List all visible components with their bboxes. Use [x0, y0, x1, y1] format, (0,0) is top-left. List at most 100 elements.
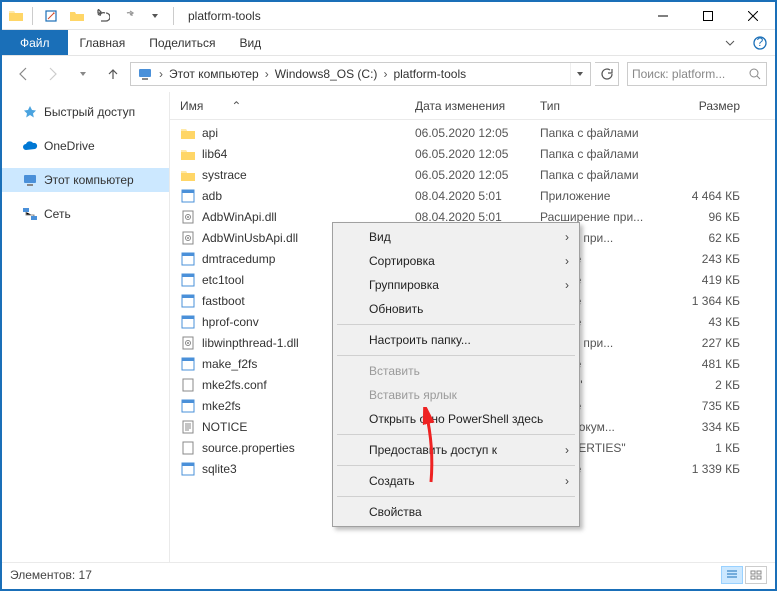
file-date: 06.05.2020 12:05 — [415, 126, 540, 140]
network-icon — [22, 206, 38, 222]
exe-icon — [180, 314, 196, 330]
chevron-right-icon: › — [565, 443, 569, 457]
context-menu-paste-shortcut: Вставить ярлык — [335, 383, 577, 407]
separator — [337, 465, 575, 466]
ribbon-tab-home[interactable]: Главная — [68, 30, 138, 55]
nav-up-button[interactable] — [100, 61, 126, 87]
chevron-right-icon[interactable]: › — [157, 67, 165, 81]
breadcrumb-dropdown[interactable] — [570, 63, 588, 85]
file-type: Папка с файлами — [540, 147, 670, 161]
separator — [337, 434, 575, 435]
sidebar-item-network[interactable]: Сеть — [2, 202, 169, 226]
pc-icon — [22, 172, 38, 188]
context-menu-group[interactable]: Группировка› — [335, 273, 577, 297]
ribbon-help-icon[interactable]: ? — [745, 30, 775, 55]
ribbon-tab-file[interactable]: Файл — [2, 30, 68, 55]
exe-icon — [180, 188, 196, 204]
file-icon — [180, 440, 196, 456]
nav-back-button[interactable] — [10, 61, 36, 87]
chevron-right-icon: › — [565, 278, 569, 292]
search-input[interactable]: Поиск: platform... — [627, 62, 767, 86]
file-size: 227 КБ — [670, 336, 740, 350]
context-menu-customize[interactable]: Настроить папку... — [335, 328, 577, 352]
sidebar-item-this-pc[interactable]: Этот компьютер — [2, 168, 169, 192]
titlebar: platform-tools — [2, 2, 775, 30]
file-type: Папка с файлами — [540, 168, 670, 182]
nav-recent-dropdown[interactable] — [70, 61, 96, 87]
nav-forward-button[interactable] — [40, 61, 66, 87]
pc-icon — [137, 66, 153, 82]
column-size[interactable]: Размер — [670, 99, 740, 113]
separator — [337, 496, 575, 497]
addressbar: › Этот компьютер › Windows8_OS (C:) › pl… — [2, 56, 775, 92]
statusbar: Элементов: 17 — [2, 562, 775, 586]
context-menu-view[interactable]: Вид› — [335, 225, 577, 249]
qat-properties-icon[interactable] — [41, 6, 61, 26]
file-type: Папка с файлами — [540, 126, 670, 140]
chevron-right-icon: › — [565, 474, 569, 488]
maximize-button[interactable] — [685, 2, 730, 30]
context-menu-refresh[interactable]: Обновить — [335, 297, 577, 321]
sidebar: Быстрый доступ OneDrive Этот компьютер С… — [2, 92, 170, 562]
exe-icon — [180, 293, 196, 309]
qat-redo-icon[interactable] — [119, 6, 139, 26]
minimize-button[interactable] — [640, 2, 685, 30]
view-large-icons-button[interactable] — [745, 566, 767, 584]
file-row[interactable]: lib6406.05.2020 12:05Папка с файлами — [170, 143, 775, 164]
chevron-right-icon[interactable]: › — [381, 67, 389, 81]
file-size: 334 КБ — [670, 420, 740, 434]
sidebar-item-onedrive[interactable]: OneDrive — [2, 134, 169, 158]
ribbon-expand-icon[interactable] — [715, 30, 745, 55]
breadcrumb-segment[interactable]: Этот компьютер — [165, 67, 263, 81]
file-name: api — [202, 126, 415, 140]
ribbon-tab-view[interactable]: Вид — [227, 30, 273, 55]
file-row[interactable]: systrace06.05.2020 12:05Папка с файлами — [170, 164, 775, 185]
folder-icon — [8, 8, 24, 24]
file-name: adb — [202, 189, 415, 203]
sidebar-item-label: Сеть — [44, 207, 71, 221]
folder-icon — [180, 125, 196, 141]
breadcrumb-segment[interactable]: platform-tools — [389, 67, 470, 81]
context-menu-give-access[interactable]: Предоставить доступ к› — [335, 438, 577, 462]
file-size: 96 КБ — [670, 210, 740, 224]
search-placeholder: Поиск: platform... — [632, 67, 748, 81]
context-menu: Вид› Сортировка› Группировка› Обновить Н… — [332, 222, 580, 527]
context-menu-create[interactable]: Создать› — [335, 469, 577, 493]
context-menu-properties[interactable]: Свойства — [335, 500, 577, 524]
chevron-right-icon[interactable]: › — [263, 67, 271, 81]
file-row[interactable]: api06.05.2020 12:05Папка с файлами — [170, 122, 775, 143]
close-button[interactable] — [730, 2, 775, 30]
qat-dropdown-icon[interactable] — [145, 6, 165, 26]
divider — [173, 7, 174, 25]
column-headers: Имя⌃ Дата изменения Тип Размер — [170, 92, 775, 120]
star-icon — [22, 104, 38, 120]
column-type[interactable]: Тип — [540, 99, 670, 113]
context-menu-powershell[interactable]: Открыть окно PowerShell здесь — [335, 407, 577, 431]
file-size: 481 КБ — [670, 357, 740, 371]
file-size: 1 КБ — [670, 441, 740, 455]
separator — [337, 355, 575, 356]
txt-icon — [180, 419, 196, 435]
breadcrumb[interactable]: › Этот компьютер › Windows8_OS (C:) › pl… — [130, 62, 591, 86]
file-name: lib64 — [202, 147, 415, 161]
refresh-button[interactable] — [595, 62, 619, 86]
file-row[interactable]: adb08.04.2020 5:01Приложение4 464 КБ — [170, 185, 775, 206]
qat-new-folder-icon[interactable] — [67, 6, 87, 26]
context-menu-paste: Вставить — [335, 359, 577, 383]
context-menu-sort[interactable]: Сортировка› — [335, 249, 577, 273]
file-date: 06.05.2020 12:05 — [415, 147, 540, 161]
column-name[interactable]: Имя⌃ — [180, 99, 415, 113]
breadcrumb-segment[interactable]: Windows8_OS (C:) — [271, 67, 382, 81]
ribbon-tab-share[interactable]: Поделиться — [137, 30, 227, 55]
exe-icon — [180, 398, 196, 414]
file-date: 06.05.2020 12:05 — [415, 168, 540, 182]
sidebar-item-quick-access[interactable]: Быстрый доступ — [2, 100, 169, 124]
separator — [337, 324, 575, 325]
file-size: 43 КБ — [670, 315, 740, 329]
qat-undo-icon[interactable] — [93, 6, 113, 26]
exe-icon — [180, 356, 196, 372]
column-date[interactable]: Дата изменения — [415, 99, 540, 113]
view-details-button[interactable] — [721, 566, 743, 584]
file-icon — [180, 377, 196, 393]
file-size: 4 464 КБ — [670, 189, 740, 203]
